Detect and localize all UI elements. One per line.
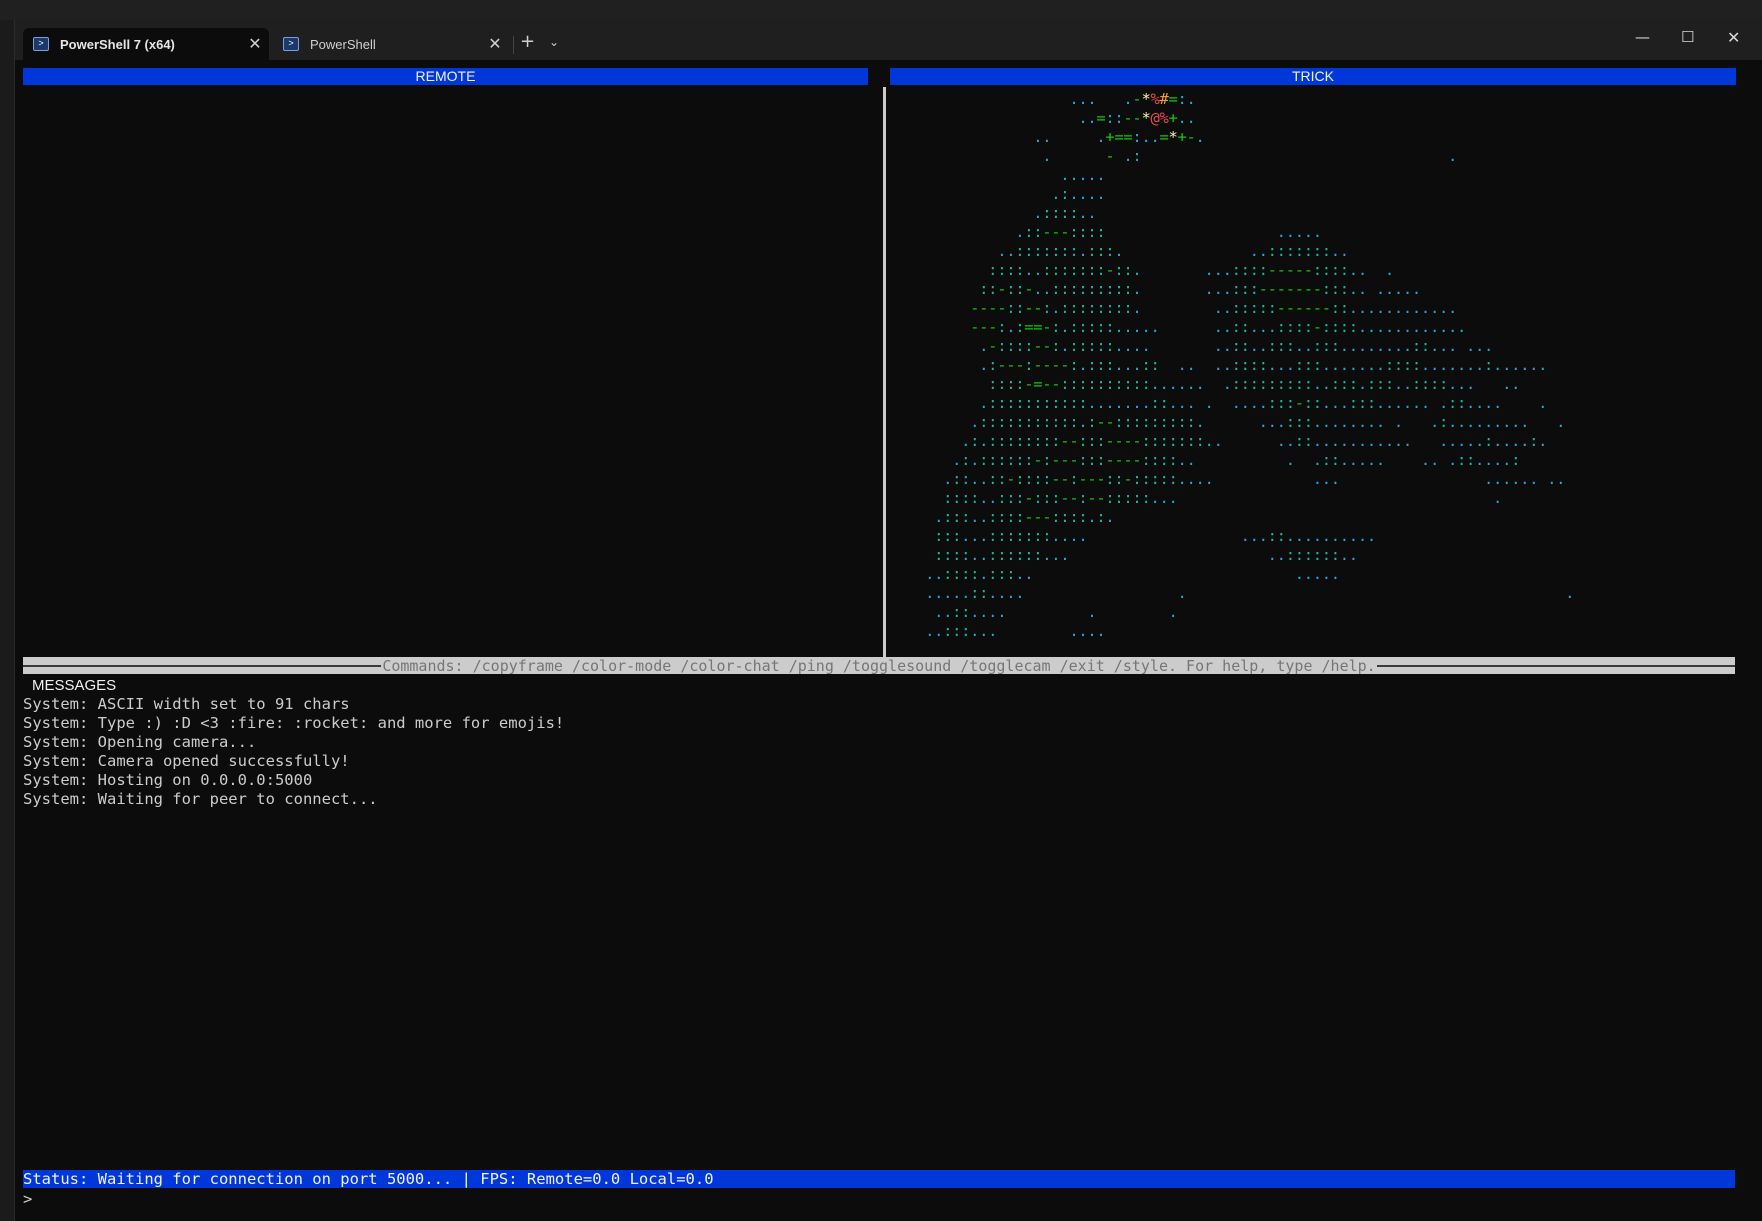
tab-separator	[513, 36, 514, 54]
ascii-video-frame: ... .-*%#=:. ..=::--*@%+.. .. .+==:..=*+…	[925, 90, 1575, 640]
tab-close-icon[interactable]: ✕	[481, 34, 509, 54]
powershell-icon: >	[283, 37, 299, 51]
new-tab-button[interactable]: +	[520, 31, 535, 52]
maximize-button[interactable]: ☐	[1681, 28, 1694, 46]
tab-label: PowerShell	[310, 36, 376, 52]
close-window-button[interactable]: ✕	[1727, 28, 1740, 47]
powershell-icon: >	[33, 37, 49, 51]
rule-left	[23, 665, 382, 667]
minimize-button[interactable]: —	[1635, 28, 1650, 46]
message-line: System: Hosting on 0.0.0.0:5000	[23, 771, 313, 789]
tab-powershell-7[interactable]: > PowerShell 7 (x64) ✕	[23, 28, 269, 60]
rule-right	[1376, 665, 1736, 667]
message-line: System: Waiting for peer to connect...	[23, 790, 378, 808]
tab-label: PowerShell 7 (x64)	[60, 36, 175, 52]
tab-powershell[interactable]: > PowerShell ✕	[273, 28, 509, 60]
message-line: System: ASCII width set to 91 chars	[23, 695, 350, 713]
desktop-background-strip	[0, 0, 1762, 20]
message-line: System: Opening camera...	[23, 733, 257, 751]
chevron-down-icon[interactable]: ⌄	[549, 35, 559, 49]
title-bar: > PowerShell 7 (x64) ✕ > PowerShell ✕ + …	[15, 20, 1762, 60]
status-bar: Status: Waiting for connection on port 5…	[23, 1170, 1735, 1188]
message-line: System: Camera opened successfully!	[23, 752, 350, 770]
remote-pane-header: REMOTE	[23, 68, 868, 85]
command-hints: Commands: /copyframe /color-mode /color-…	[382, 656, 1376, 675]
command-bar: Commands: /copyframe /color-mode /color-…	[23, 656, 1736, 675]
messages-title: MESSAGES	[32, 677, 117, 694]
messages-panel: MESSAGES System: ASCII width set to 91 c…	[23, 676, 564, 809]
local-pane-header: TRICK	[890, 68, 1736, 85]
pane-divider	[883, 87, 886, 657]
message-line: System: Type :) :D <3 :fire: :rocket: an…	[23, 714, 565, 732]
tab-close-icon[interactable]: ✕	[241, 34, 269, 54]
command-input[interactable]: >	[23, 1190, 32, 1209]
terminal-window: > PowerShell 7 (x64) ✕ > PowerShell ✕ + …	[14, 20, 1762, 1221]
